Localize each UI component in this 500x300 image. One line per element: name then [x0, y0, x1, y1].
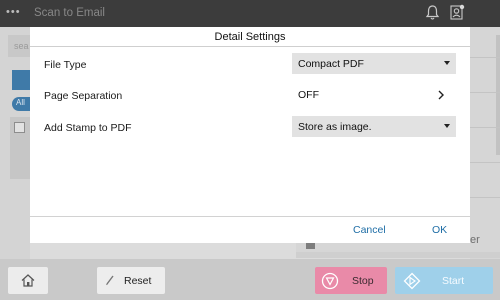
stop-button[interactable]: Stop [315, 267, 387, 294]
menu-icon[interactable]: ••• [6, 6, 21, 18]
start-label: Start [442, 275, 465, 287]
background-divider [296, 252, 500, 258]
caret-down-icon [444, 61, 450, 65]
background-scrollbar [496, 35, 500, 155]
dialog-divider [30, 216, 470, 217]
bottom-action-bar: Reset Stop Start [0, 259, 500, 300]
background-checkbox [14, 122, 25, 133]
dialog-title: Detail Settings [30, 27, 470, 47]
start-button[interactable]: Start [395, 267, 493, 294]
setting-label: Page Separation [44, 90, 123, 102]
setting-row-add-stamp: Add Stamp to PDF Store as image. [30, 116, 470, 140]
top-status-bar: ••• Scan to Email [0, 0, 500, 27]
pencil-icon [105, 274, 115, 289]
home-button[interactable] [8, 267, 48, 294]
reset-label: Reset [124, 275, 152, 287]
background-divider [470, 127, 500, 128]
start-icon [403, 272, 421, 295]
background-right-panel [470, 27, 500, 259]
setting-row-file-type: File Type Compact PDF [30, 53, 470, 77]
stop-icon [321, 272, 339, 295]
background-left-panel: sea All [0, 27, 38, 259]
stop-label: Stop [352, 275, 374, 287]
bell-icon[interactable] [424, 4, 441, 22]
add-stamp-dropdown[interactable]: Store as image. [292, 116, 456, 137]
setting-label: Add Stamp to PDF [44, 122, 132, 134]
background-peek-text: er [470, 234, 480, 246]
file-type-dropdown[interactable]: Compact PDF [292, 53, 456, 74]
home-icon [21, 274, 35, 287]
background-divider [470, 162, 500, 163]
background-divider [470, 92, 500, 93]
chevron-right-icon[interactable] [434, 88, 448, 102]
background-divider [470, 197, 500, 198]
ok-button[interactable]: OK [432, 224, 447, 236]
dropdown-value: Compact PDF [298, 58, 364, 70]
dropdown-value: Store as image. [298, 121, 372, 133]
background-list-row [10, 117, 30, 179]
background-divider [470, 57, 500, 58]
user-status-icon[interactable] [449, 4, 466, 22]
background-all-filter: All [12, 97, 30, 111]
screen-title: Scan to Email [34, 7, 105, 19]
caret-down-icon [444, 124, 450, 128]
cancel-button[interactable]: Cancel [353, 224, 386, 236]
setting-value: OFF [298, 89, 319, 101]
setting-row-page-separation[interactable]: Page Separation OFF [30, 84, 470, 108]
reset-button[interactable]: Reset [97, 267, 165, 294]
setting-label: File Type [44, 59, 87, 71]
detail-settings-dialog: Detail Settings File Type Compact PDF Pa… [30, 27, 470, 243]
background-tab [12, 70, 30, 90]
